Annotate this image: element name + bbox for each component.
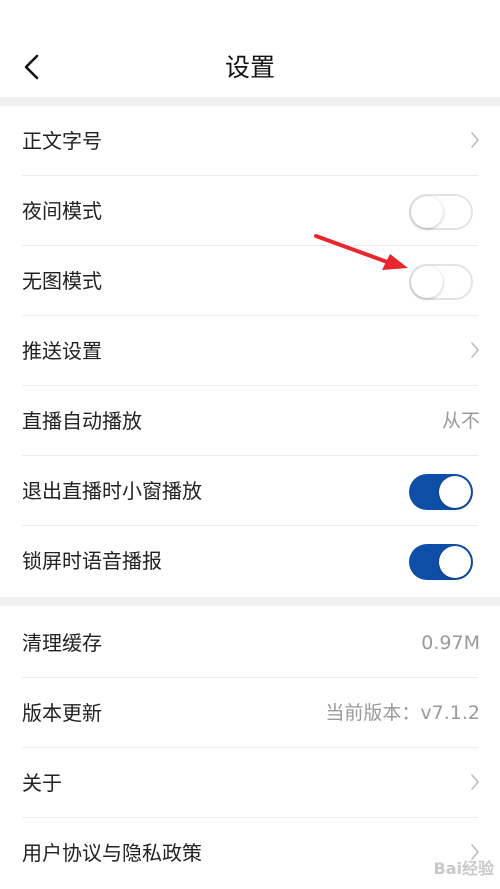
- watermark-logo: Bai经验: [433, 859, 494, 878]
- section-separator: [0, 97, 500, 106]
- row-label: 用户协议与隐私政策: [22, 841, 202, 865]
- row-label: 锁屏时语音播报: [22, 549, 162, 573]
- no-image-mode-toggle[interactable]: [409, 264, 473, 300]
- row-label: 关于: [22, 771, 62, 795]
- settings-row-live-mini-window: 退出直播时小窗播放: [0, 456, 500, 526]
- row-label: 退出直播时小窗播放: [22, 479, 202, 503]
- row-label: 夜间模式: [22, 199, 102, 223]
- settings-row-night-mode: 夜间模式: [0, 176, 500, 246]
- row-label: 正文字号: [22, 129, 102, 153]
- chevron-right-icon: [471, 132, 479, 148]
- row-value: 当前版本：v7.1.2: [325, 702, 480, 724]
- settings-row-about[interactable]: 关于: [0, 748, 500, 818]
- toggle-knob: [439, 476, 471, 508]
- settings-row-clear-cache[interactable]: 清理缓存 0.97M: [0, 608, 500, 678]
- live-mini-window-toggle[interactable]: [409, 474, 473, 510]
- section-separator: [0, 597, 500, 606]
- toggle-knob: [439, 546, 471, 578]
- row-value: 从不: [441, 410, 480, 432]
- night-mode-toggle[interactable]: [409, 194, 473, 230]
- top-bar: 设置: [0, 0, 500, 97]
- settings-row-version-update[interactable]: 版本更新 当前版本：v7.1.2: [0, 678, 500, 748]
- settings-row-push-settings[interactable]: 推送设置: [0, 316, 500, 386]
- settings-row-live-autoplay[interactable]: 直播自动播放 从不: [0, 386, 500, 456]
- toggle-knob: [411, 196, 443, 228]
- row-label: 版本更新: [22, 701, 102, 725]
- toggle-knob: [411, 266, 443, 298]
- page-title: 设置: [224, 53, 275, 82]
- lock-screen-voice-toggle[interactable]: [409, 544, 473, 580]
- chevron-right-icon: [471, 774, 479, 790]
- settings-row-user-agreement[interactable]: 用户协议与隐私政策: [0, 818, 500, 888]
- settings-row-lock-screen-voice: 锁屏时语音播报: [0, 526, 500, 596]
- row-label: 直播自动播放: [22, 409, 142, 433]
- annotation-arrow-icon: [314, 234, 408, 270]
- row-label: 清理缓存: [22, 631, 102, 655]
- row-label: 无图模式: [22, 269, 102, 293]
- settings-row-font-size[interactable]: 正文字号: [0, 106, 500, 176]
- row-value: 0.97M: [421, 632, 480, 654]
- row-label: 推送设置: [22, 339, 102, 363]
- chevron-right-icon: [471, 342, 479, 358]
- settings-row-no-image-mode: 无图模式: [0, 246, 500, 316]
